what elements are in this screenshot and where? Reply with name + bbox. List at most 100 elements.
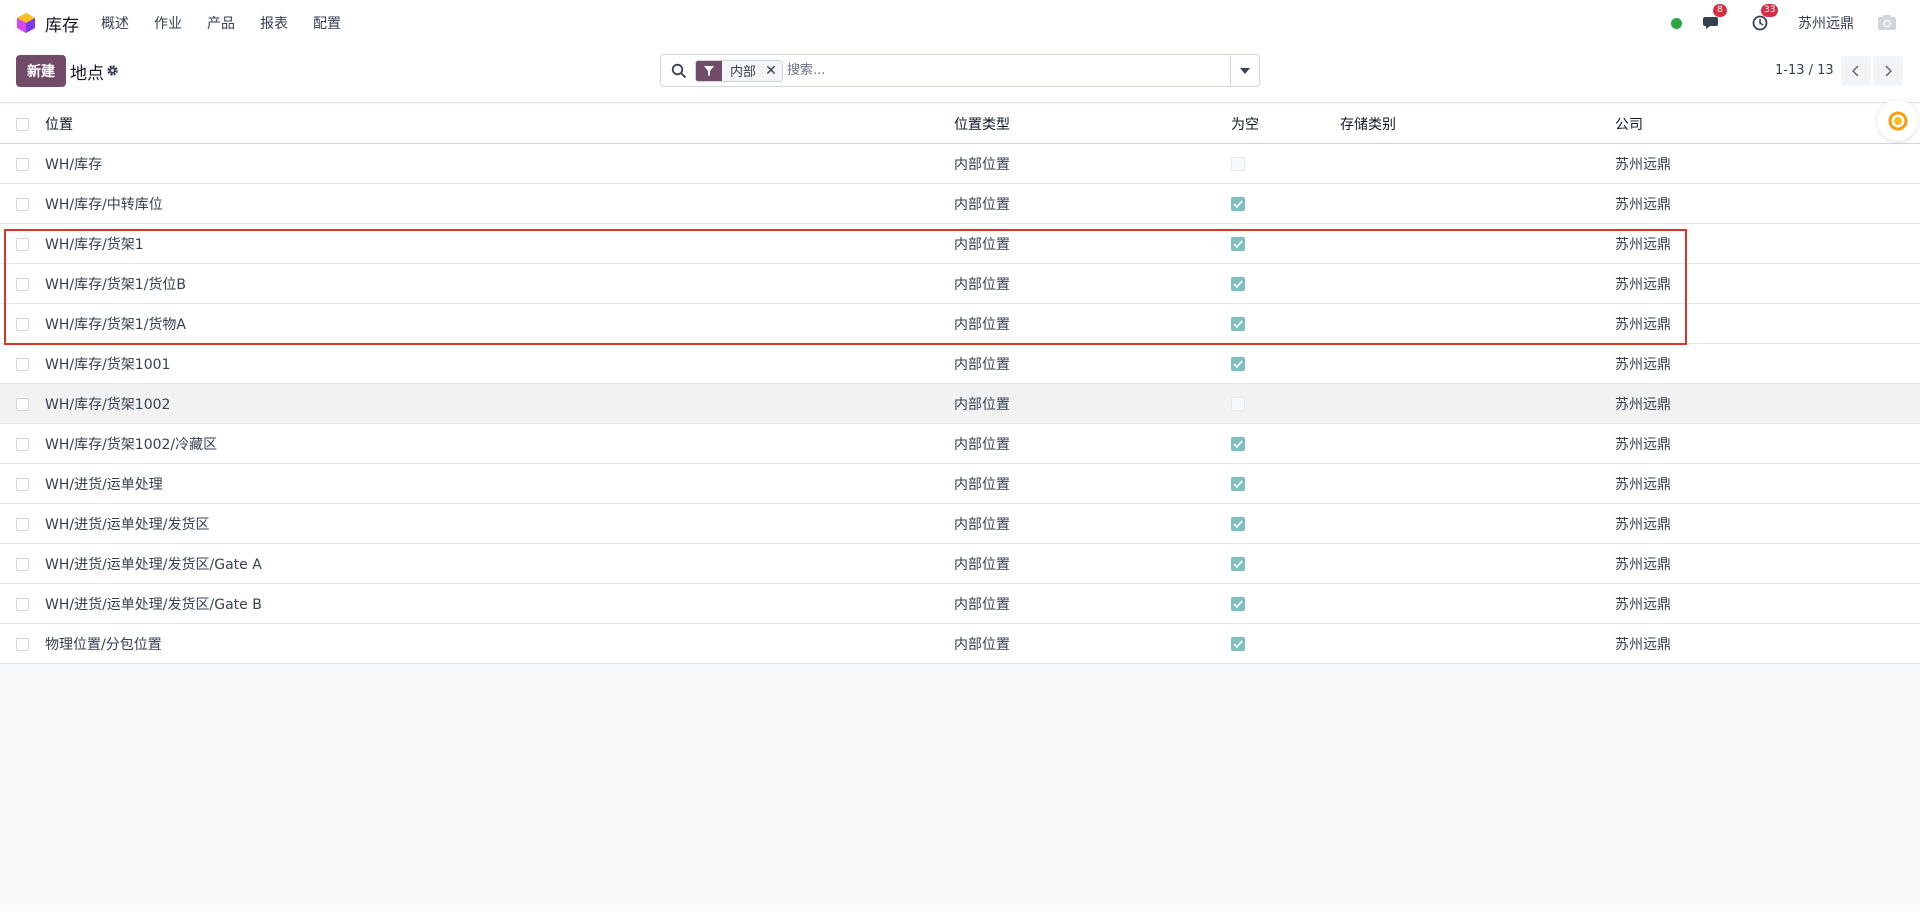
close-icon[interactable]: ✕ [764,61,782,81]
cell-location-name: WH/库存 [45,157,103,173]
row-select-checkbox[interactable] [16,584,29,624]
cell-location-type: 内部位置 [954,237,1010,253]
activities-badge: 33 [1761,4,1779,17]
row-select-checkbox[interactable] [16,344,29,384]
cell-empty-checkbox [1231,464,1245,504]
cell-location-type: 内部位置 [954,277,1010,293]
cell-location-name: WH/库存/货架1002/冷藏区 [45,437,218,453]
page-title: 地点 [70,64,104,84]
menu-configuration[interactable]: 配置 [313,13,341,33]
row-select-checkbox[interactable] [16,384,29,424]
table-row[interactable]: WH/库存 内部位置 苏州远鼎 [0,144,1920,184]
chevron-left-icon [1852,65,1859,77]
cell-empty-checkbox [1231,544,1245,584]
gear-icon[interactable] [106,64,119,77]
messages-button[interactable]: 8 [1702,4,1727,33]
cell-location-type: 内部位置 [954,197,1010,213]
list-header: 位置 位置类型 为空 存储类别 公司 [0,104,1920,144]
row-select-checkbox[interactable] [16,544,29,584]
row-select-checkbox[interactable] [16,464,29,504]
column-header-company[interactable]: 公司 [1615,104,1643,144]
row-select-checkbox[interactable] [16,504,29,544]
menu-operations[interactable]: 作业 [154,13,182,33]
messages-badge: 8 [1713,4,1727,17]
row-select-checkbox[interactable] [16,144,29,184]
row-select-checkbox[interactable] [16,304,29,344]
locations-list: 位置 位置类型 为空 存储类别 公司 WH/库存 内部位置 苏州远鼎 WH/库存/中转… [0,104,1920,664]
cell-location-name: WH/库存/中转库位 [45,197,163,213]
pager-previous-button[interactable] [1841,56,1871,86]
table-row[interactable]: WH/库存/货架1002 内部位置 苏州远鼎 [0,384,1920,424]
search-icon[interactable] [671,63,687,79]
sun-logo-icon [1888,111,1907,130]
clock-icon [1752,15,1768,31]
list-body: WH/库存 内部位置 苏州远鼎 WH/库存/中转库位 内部位置 苏州远鼎 WH/库存/货架1… [0,144,1920,664]
chevron-right-icon [1885,65,1892,77]
cell-company: 苏州远鼎 [1615,517,1671,533]
cell-empty-checkbox [1231,504,1245,544]
table-row[interactable]: WH/进货/运单处理/发货区/Gate A 内部位置 苏州远鼎 [0,544,1920,584]
top-navbar: 库存 概述 作业 产品 报表 配置 8 33 苏州远鼎 [0,0,1920,46]
filter-facet-label: 内部 [730,65,757,80]
cell-company: 苏州远鼎 [1615,317,1671,333]
column-header-name[interactable]: 位置 [45,104,73,144]
menu-reporting[interactable]: 报表 [260,13,288,33]
cell-location-name: WH/库存/货架1/货位B [45,277,187,293]
cell-empty-checkbox [1231,224,1245,264]
column-header-type[interactable]: 位置类型 [954,104,1010,144]
select-all-checkbox[interactable] [16,104,29,144]
cell-company: 苏州远鼎 [1615,197,1671,213]
cell-empty-checkbox [1231,584,1245,624]
search-input[interactable] [787,56,1230,85]
cell-company: 苏州远鼎 [1615,437,1671,453]
cell-location-name: 物理位置/分包位置 [45,637,162,653]
cell-company: 苏州远鼎 [1615,637,1671,653]
table-row[interactable]: 物理位置/分包位置 内部位置 苏州远鼎 [0,624,1920,664]
cell-location-type: 内部位置 [954,517,1010,533]
table-row[interactable]: WH/库存/货架1002/冷藏区 内部位置 苏州远鼎 [0,424,1920,464]
column-header-storage-category[interactable]: 存储类别 [1340,104,1396,144]
pager-value[interactable]: 1-13 / 13 [1775,63,1834,78]
activities-button[interactable]: 33 [1750,4,1779,33]
table-row[interactable]: WH/进货/运单处理/发货区 内部位置 苏州远鼎 [0,504,1920,544]
row-select-checkbox[interactable] [16,264,29,304]
cell-company: 苏州远鼎 [1615,277,1671,293]
search-bar: 内部 ✕ [660,54,1260,87]
cell-empty-checkbox [1231,384,1245,424]
cell-empty-checkbox [1231,344,1245,384]
cell-location-type: 内部位置 [954,437,1010,453]
table-row[interactable]: WH/库存/货架1/货位B 内部位置 苏州远鼎 [0,264,1920,304]
table-row[interactable]: WH/库存/货架1/货物A 内部位置 苏州远鼎 [0,304,1920,344]
table-row[interactable]: WH/库存/货架1001 内部位置 苏州远鼎 [0,344,1920,384]
user-avatar-icon[interactable] [1876,12,1898,34]
cell-location-type: 内部位置 [954,397,1010,413]
filter-facet: 内部 ✕ [695,59,784,82]
table-row[interactable]: WH/进货/运单处理/发货区/Gate B 内部位置 苏州远鼎 [0,584,1920,624]
menu-products[interactable]: 产品 [207,13,235,33]
cell-location-type: 内部位置 [954,637,1010,653]
assistant-button[interactable] [1877,100,1918,141]
row-select-checkbox[interactable] [16,624,29,664]
row-select-checkbox[interactable] [16,184,29,224]
inventory-app-icon[interactable] [15,12,37,34]
table-row[interactable]: WH/进货/运单处理 内部位置 苏州远鼎 [0,464,1920,504]
cell-location-type: 内部位置 [954,157,1010,173]
chat-icon [1703,17,1718,29]
pager-next-button[interactable] [1873,56,1903,86]
table-row[interactable]: WH/库存/中转库位 内部位置 苏州远鼎 [0,184,1920,224]
cell-location-type: 内部位置 [954,597,1010,613]
cell-company: 苏州远鼎 [1615,557,1671,573]
control-panel: 新建 地点 内部 ✕ 1-13 / 13 [0,46,1920,103]
company-switcher[interactable]: 苏州远鼎 [1798,13,1854,33]
cell-company: 苏州远鼎 [1615,397,1671,413]
table-row[interactable]: WH/库存/货架1 内部位置 苏州远鼎 [0,224,1920,264]
row-select-checkbox[interactable] [16,424,29,464]
column-header-empty[interactable]: 为空 [1231,104,1259,144]
cell-location-name: WH/进货/运单处理/发货区/Gate B [45,597,262,613]
new-button[interactable]: 新建 [16,55,66,87]
menu-overview[interactable]: 概述 [101,13,129,33]
search-options-toggle[interactable] [1230,55,1259,86]
app-name[interactable]: 库存 [45,11,79,36]
online-status-icon [1671,17,1682,29]
row-select-checkbox[interactable] [16,224,29,264]
